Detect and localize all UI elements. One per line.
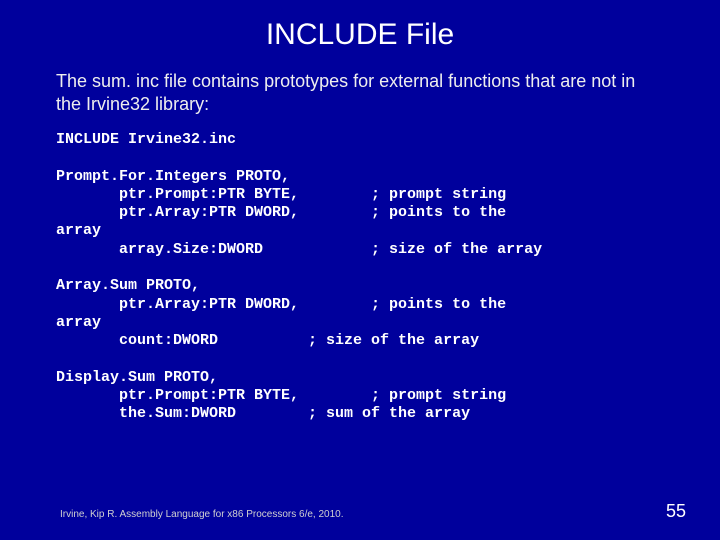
page-number: 55: [666, 501, 686, 522]
footer-citation: Irvine, Kip R. Assembly Language for x86…: [60, 509, 344, 520]
slide-title: INCLUDE File: [56, 18, 664, 52]
code-block: INCLUDE Irvine32.inc Prompt.For.Integers…: [56, 131, 664, 424]
slide: INCLUDE File The sum. inc file contains …: [0, 0, 720, 424]
intro-text: The sum. inc file contains prototypes fo…: [56, 70, 664, 115]
